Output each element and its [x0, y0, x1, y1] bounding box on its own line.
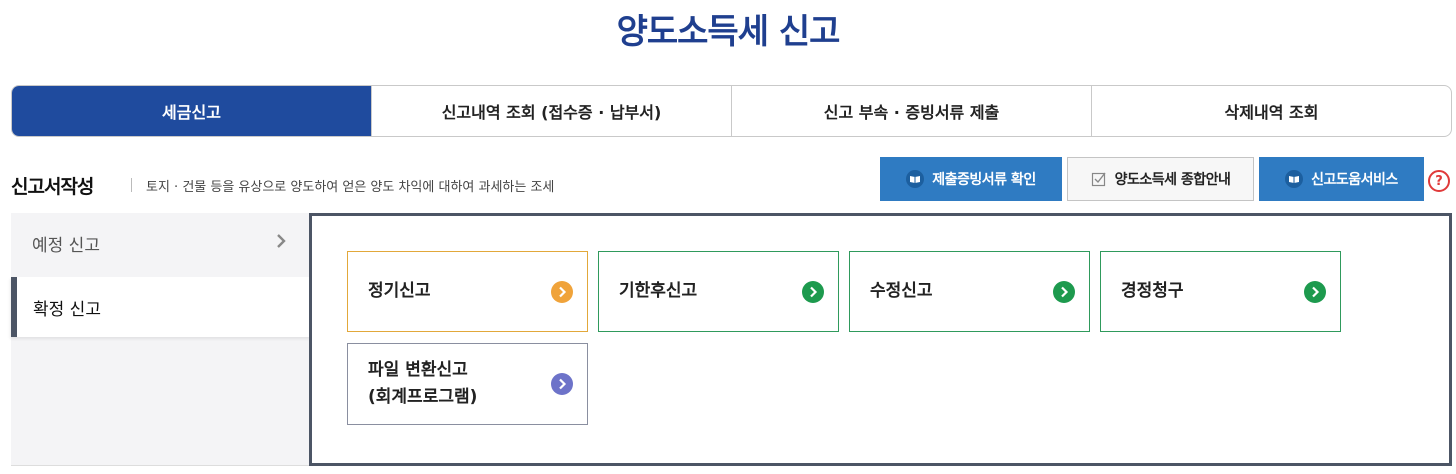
section-description: 토지 · 건물 등을 유상으로 양도하여 얻은 양도 차익에 대하여 과세하는 … [146, 180, 555, 195]
proof-docs-label: 제출증빙서류 확인 [932, 172, 1036, 188]
tab-filing-history[interactable]: 신고내역 조회 (접수증 · 납부서) [371, 86, 731, 136]
section-divider [131, 178, 132, 192]
side-item-final-filing[interactable]: 확정 신고 [11, 277, 311, 337]
tab-tax-filing[interactable]: 세금신고 [12, 86, 371, 136]
side-nav: 예정 신고 확정 신고 [11, 213, 311, 465]
card-correction-claim[interactable]: 경정청구 [1100, 251, 1341, 332]
arrow-right-icon [802, 280, 824, 303]
arrow-right-icon [551, 280, 573, 303]
tab-deleted-history[interactable]: 삭제내역 조회 [1091, 86, 1451, 136]
card-label-line2: (회계프로그램) [368, 387, 478, 407]
tab-attachment-submit[interactable]: 신고 부속 · 증빙서류 제출 [731, 86, 1091, 136]
side-item-label: 확정 신고 [33, 299, 101, 320]
card-label: 파일 변환신고 (회계프로그램) [368, 357, 477, 411]
card-label-line1: 파일 변환신고 [368, 360, 468, 380]
checkbox-icon [1091, 171, 1107, 187]
arrow-right-icon [1304, 280, 1326, 303]
side-nav-bottom-border [11, 465, 311, 466]
chevron-right-icon [275, 233, 287, 254]
card-label: 기한후신고 [619, 281, 698, 301]
card-label: 수정신고 [870, 281, 933, 301]
card-label: 경정청구 [1121, 281, 1184, 301]
book-icon [1285, 170, 1304, 188]
proof-docs-button[interactable]: 제출증빙서류 확인 [880, 157, 1062, 201]
help-service-button[interactable]: 신고도움서비스 [1259, 157, 1424, 201]
question-icon[interactable]: ? [1428, 170, 1450, 192]
help-service-label: 신고도움서비스 [1311, 172, 1398, 188]
card-label: 정기신고 [368, 281, 431, 301]
card-regular-filing[interactable]: 정기신고 [347, 251, 588, 332]
guide-label: 양도소득세 종합안내 [1114, 172, 1231, 188]
page-title: 양도소득세 신고 [616, 12, 841, 52]
book-icon [906, 170, 925, 188]
arrow-right-icon [1053, 280, 1075, 303]
main-tabs: 세금신고 신고내역 조회 (접수증 · 납부서) 신고 부속 · 증빙서류 제출… [11, 85, 1452, 137]
guide-button[interactable]: 양도소득세 종합안내 [1067, 157, 1254, 201]
card-file-conversion-filing[interactable]: 파일 변환신고 (회계프로그램) [347, 343, 588, 425]
card-late-filing[interactable]: 기한후신고 [598, 251, 839, 332]
card-amended-filing[interactable]: 수정신고 [849, 251, 1090, 332]
side-item-scheduled-filing[interactable]: 예정 신고 [11, 213, 311, 273]
side-item-label: 예정 신고 [32, 235, 100, 256]
section-title: 신고서작성 [11, 176, 94, 198]
arrow-right-icon [551, 373, 573, 395]
